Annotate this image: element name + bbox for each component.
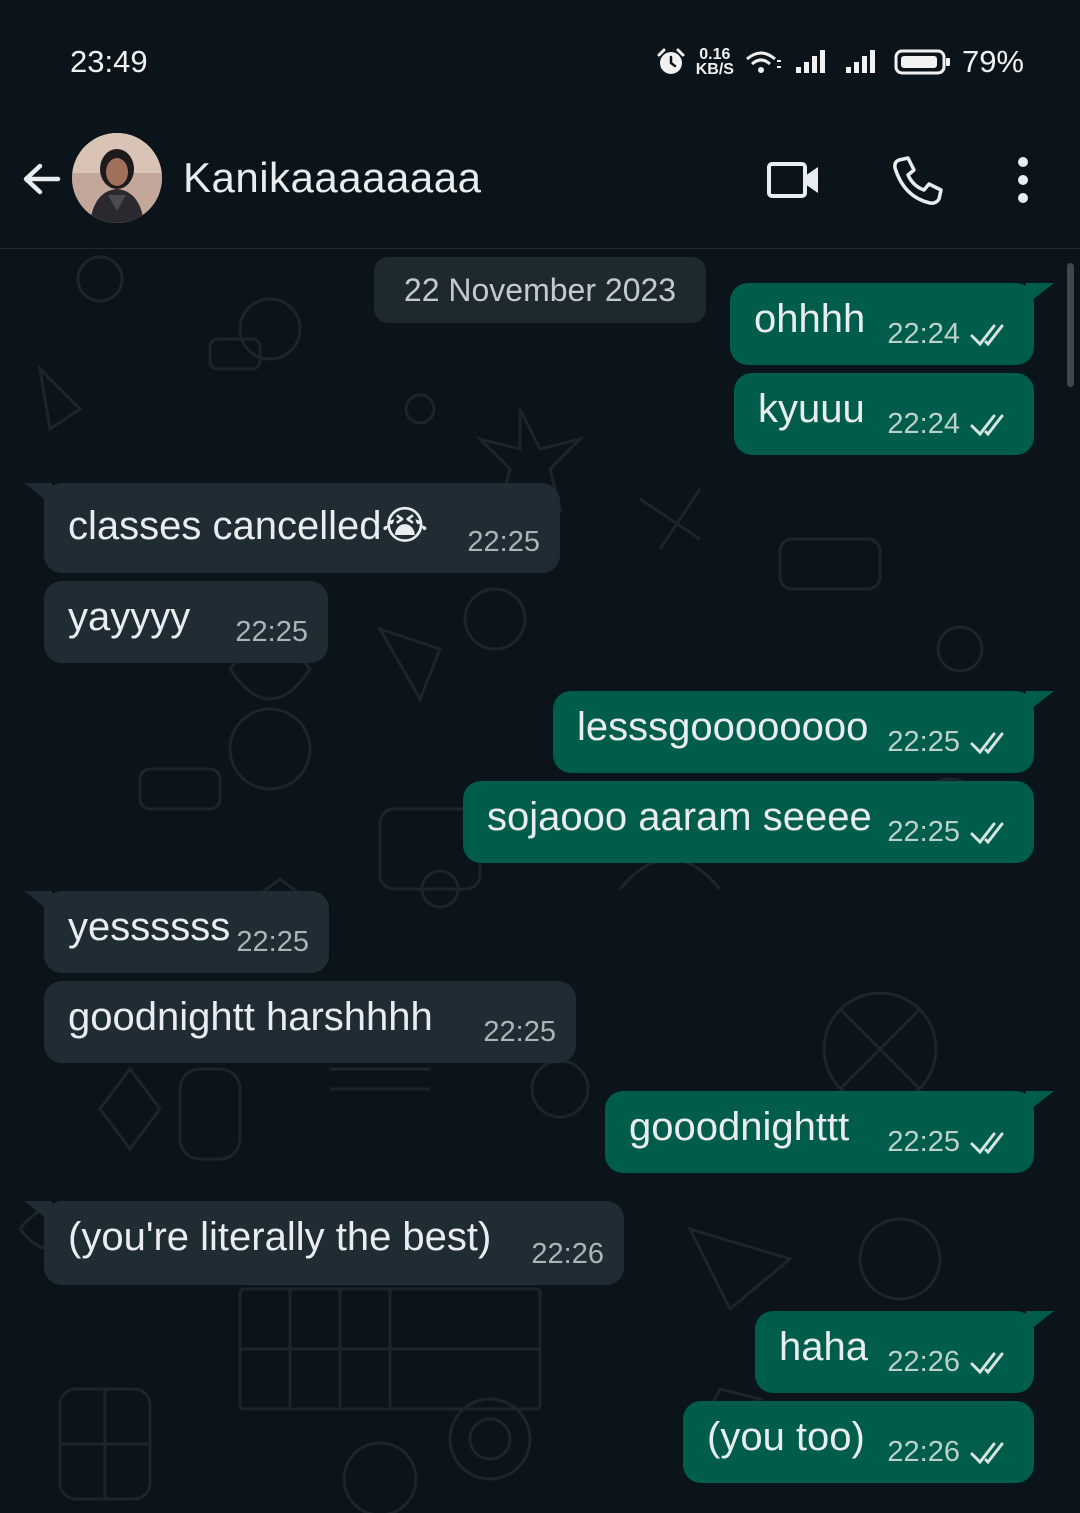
message-text: yayyyy	[68, 595, 191, 639]
back-arrow-icon[interactable]	[18, 155, 66, 203]
bubble-tail	[1026, 691, 1054, 713]
chat-area[interactable]: 22 November 2023 ohhhh 22:24 kyuuu 22:24…	[0, 249, 1080, 1513]
message-time: 22:24	[887, 318, 960, 350]
message-outgoing[interactable]: haha 22:26	[755, 1311, 1054, 1393]
double-check-icon	[970, 822, 1004, 845]
date-divider: 22 November 2023	[374, 257, 706, 323]
double-check-icon	[970, 1442, 1004, 1465]
status-bar: 23:49 0.16 KB/S 79%	[0, 0, 1080, 118]
message-text: yessssss	[68, 905, 231, 949]
bubble-tail	[1026, 1311, 1054, 1333]
message-text: haha	[779, 1325, 868, 1369]
message-time: 22:25	[235, 616, 308, 648]
message-text: classes cancelled😭	[68, 504, 429, 548]
signal-icon	[795, 50, 825, 73]
more-options-icon[interactable]	[995, 152, 1051, 208]
message-time: 22:26	[531, 1238, 604, 1270]
message-incoming[interactable]: yessssss 22:25	[24, 891, 329, 973]
network-speed-unit: KB/S	[695, 61, 734, 78]
double-check-icon	[970, 324, 1004, 347]
message-outgoing[interactable]: kyuuu 22:24	[734, 373, 1034, 455]
double-check-icon	[970, 732, 1004, 755]
message-time: 22:25	[236, 926, 309, 958]
message-text: lesssgoooooooo	[577, 705, 869, 749]
message-text: ohhhh	[754, 297, 866, 341]
signal-icon	[845, 50, 875, 73]
status-icons: 0.16 KB/S 79%	[656, 40, 1024, 84]
phone-icon[interactable]	[890, 152, 946, 208]
message-text: gooodnighttt	[629, 1105, 850, 1149]
message-time: 22:25	[467, 526, 540, 558]
scrollbar[interactable]	[1067, 263, 1074, 387]
video-call-icon[interactable]	[766, 152, 822, 208]
message-time: 22:24	[887, 408, 960, 440]
message-outgoing[interactable]: lesssgoooooooo 22:25	[553, 691, 1054, 773]
message-outgoing[interactable]: gooodnighttt 22:25	[605, 1091, 1054, 1173]
message-incoming[interactable]: classes cancelled😭 22:25	[24, 483, 560, 573]
network-speed: 0.16 KB/S	[695, 46, 734, 78]
alarm-icon	[657, 48, 685, 74]
message-outgoing[interactable]: (you too) 22:26	[683, 1401, 1034, 1483]
chat-header: Kanikaaaaaaaa	[0, 118, 1080, 249]
message-outgoing[interactable]: sojaooo aaram seeee 22:25	[463, 781, 1034, 863]
bubble-tail	[24, 483, 52, 505]
message-text: (you too)	[707, 1415, 865, 1459]
message-incoming[interactable]: (you're literally the best) 22:26	[24, 1201, 624, 1285]
network-speed-value: 0.16	[699, 46, 731, 63]
message-text: (you're literally the best)	[68, 1215, 492, 1259]
message-incoming[interactable]: yayyyy 22:25	[44, 581, 328, 663]
message-time: 22:26	[887, 1436, 960, 1468]
message-time: 22:25	[887, 1126, 960, 1158]
bubble-tail	[24, 1201, 52, 1223]
message-incoming[interactable]: goodnightt harshhhh 22:25	[44, 981, 576, 1063]
battery-icon	[894, 49, 950, 75]
double-check-icon	[970, 414, 1004, 437]
message-text: sojaooo aaram seeee	[487, 795, 872, 839]
contact-name[interactable]: Kanikaaaaaaaa	[183, 154, 481, 202]
double-check-icon	[970, 1352, 1004, 1375]
wifi-icon	[745, 51, 781, 73]
message-text: kyuuu	[758, 387, 865, 431]
bubble-tail	[1026, 283, 1054, 305]
message-time: 22:25	[887, 816, 960, 848]
battery-percentage: 79%	[961, 44, 1024, 79]
message-time: 22:26	[887, 1346, 960, 1378]
message-time: 22:25	[887, 726, 960, 758]
message-time: 22:25	[483, 1016, 556, 1048]
bubble-tail	[1026, 1091, 1054, 1113]
status-time: 23:49	[70, 44, 148, 79]
message-outgoing[interactable]: ohhhh 22:24	[730, 283, 1054, 365]
message-text: goodnightt harshhhh	[68, 995, 433, 1039]
double-check-icon	[970, 1132, 1004, 1155]
avatar[interactable]	[72, 133, 162, 223]
bubble-tail	[24, 891, 52, 913]
avatar-image	[72, 133, 162, 223]
